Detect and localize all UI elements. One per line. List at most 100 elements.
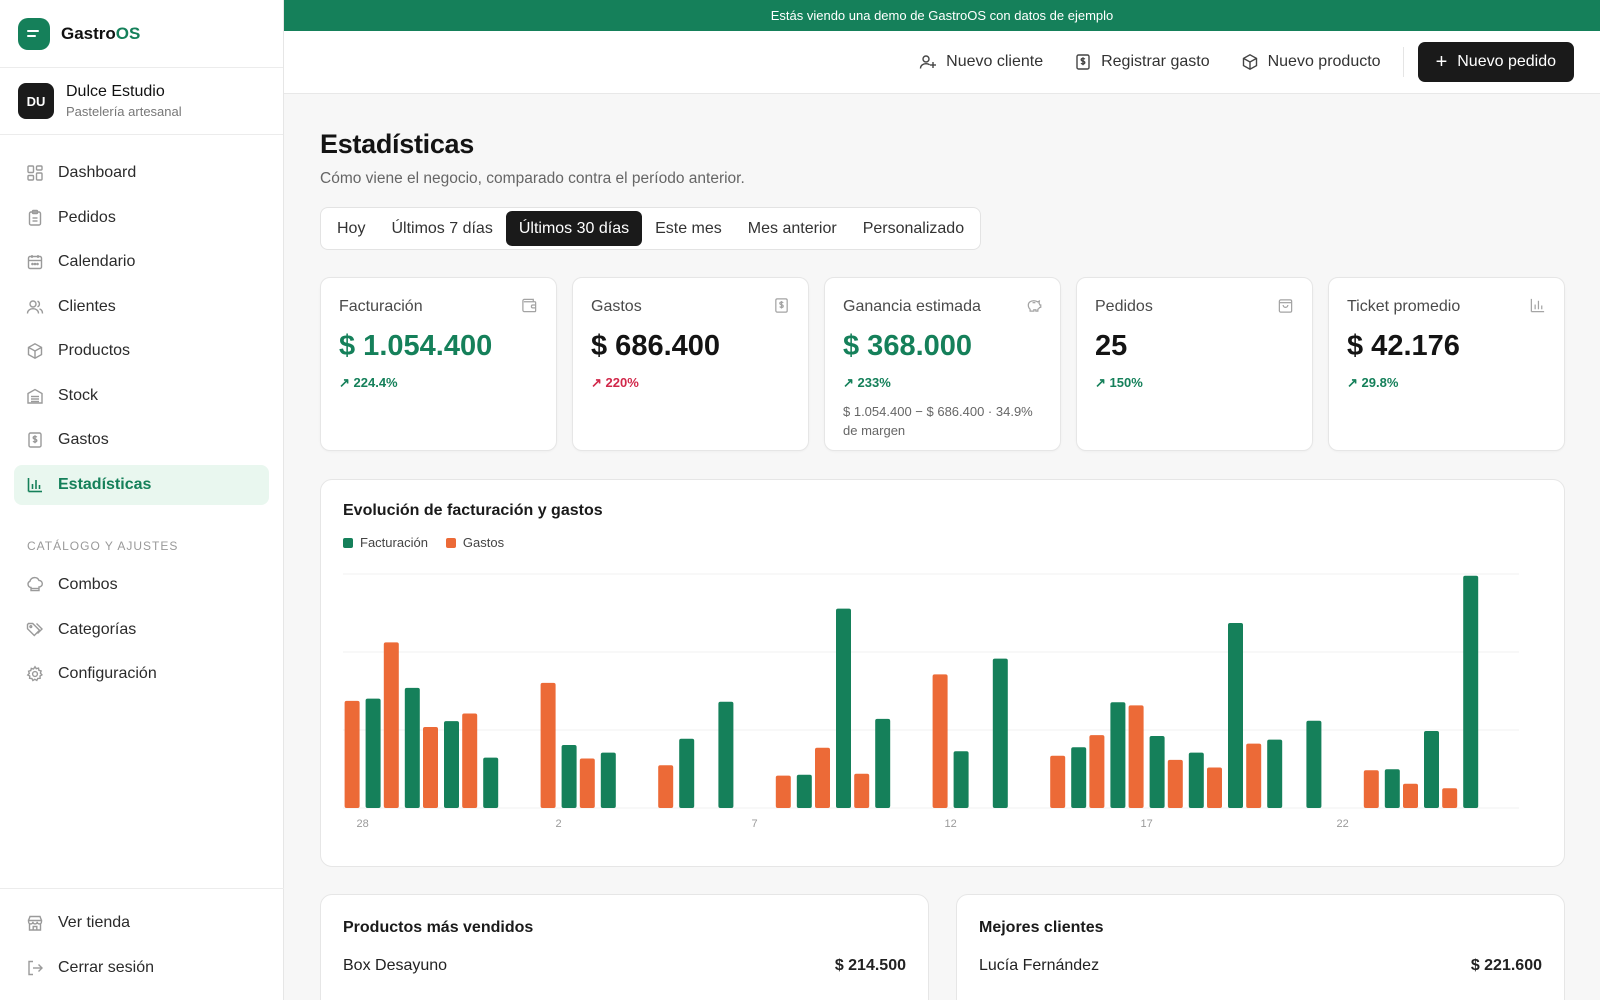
chart-bar-gastos[interactable] [1167,759,1183,808]
sidebar-item-label: Clientes [58,297,116,315]
sidebar-item-stock[interactable]: Stock [14,376,269,416]
chart-bar-facturacion[interactable] [483,757,499,808]
chart-bar-facturacion[interactable] [1306,720,1322,808]
chart-bar-gastos[interactable] [383,642,399,808]
kpi-label: Gastos [591,298,642,315]
legend-label: Facturación [360,535,428,550]
demo-banner: Estás viendo una demo de GastroOS con da… [284,0,1600,31]
chart-bar-gastos[interactable] [815,747,830,808]
chart-bar-gastos[interactable] [423,727,438,808]
chart-bar-facturacion[interactable] [836,608,851,808]
tab-ultimos-7-dias[interactable]: Últimos 7 días [378,211,505,246]
legend-item-facturacion[interactable]: Facturación [343,535,428,550]
legend-swatch-facturacion [343,537,353,548]
chart-bar-facturacion[interactable] [404,687,420,808]
bar-chart: 28 2 7 12 17 22 [343,573,1519,830]
new-client-button[interactable]: Nuevo cliente [919,53,1043,71]
chart-bar-facturacion[interactable] [875,718,891,808]
sidebar-item-calendario[interactable]: Calendario [14,242,269,282]
kpi-cards: Facturación $ 1.054.400 ↗ 224.4% Gastos … [320,277,1565,451]
new-product-label: Nuevo producto [1267,53,1381,70]
chart-bar-facturacion[interactable] [679,738,695,808]
chart-bar-facturacion[interactable] [365,698,381,808]
chart-bar-facturacion[interactable] [953,751,969,808]
product-amount: $ 214.500 [834,957,906,974]
sidebar-item-configuracion[interactable]: Configuración [14,654,269,694]
list-item[interactable]: Box Desayuno $ 214.500 [343,957,906,975]
chart-bar-facturacion[interactable] [1149,736,1165,808]
tab-personalizado[interactable]: Personalizado [850,211,977,246]
receipt-icon [775,298,788,313]
list-item[interactable]: Lucía Fernández $ 221.600 [979,957,1542,975]
tab-ultimos-30-dias[interactable]: Últimos 30 días [505,211,643,246]
chart-bar-facturacion[interactable] [1110,702,1126,808]
new-product-button[interactable]: Nuevo producto [1241,53,1381,71]
chart-bar-gastos[interactable] [1246,743,1262,808]
chart-bar-gastos[interactable] [1128,705,1144,808]
sidebar-item-ver-tienda[interactable]: Ver tienda [14,903,270,943]
sidebar-item-pedidos[interactable]: Pedidos [14,198,269,238]
chart-bar-gastos[interactable] [1207,767,1222,809]
gear-icon [26,665,43,682]
page-title: Estadísticas [320,129,474,159]
sidebar-item-label: Calendario [58,253,136,270]
kpi-value: 25 [1095,330,1128,362]
kpi-value: $ 42.176 [1347,330,1460,362]
chart-bar-facturacion[interactable] [561,745,577,808]
kpi-label: Ticket promedio [1347,298,1461,315]
sidebar-item-label: Stock [58,386,99,404]
brand[interactable]: GastroOS [0,0,283,68]
sidebar-item-cerrar-sesion[interactable]: Cerrar sesión [14,948,270,988]
chart-bar-gastos[interactable] [344,700,360,808]
tab-este-mes[interactable]: Este mes [642,211,735,246]
chart-bar-gastos[interactable] [462,713,478,809]
new-order-button[interactable]: + Nuevo pedido [1417,42,1574,82]
chart-bar-gastos[interactable] [540,682,556,808]
receipt-icon [1076,54,1090,70]
chart-bar-facturacion[interactable] [1188,752,1204,808]
chart-bar-facturacion[interactable] [796,774,812,808]
chart-bar-gastos[interactable] [1403,783,1418,808]
sidebar-item-dashboard[interactable]: Dashboard [14,153,269,193]
chart-bar-gastos[interactable] [658,765,674,808]
sidebar: GastroOS DU Dulce Estudio Pastelería art… [0,0,284,1000]
top-toolbar: Nuevo cliente Registrar gasto Nuevo prod… [284,31,1600,94]
chart-bar-gastos[interactable] [1442,788,1458,808]
chart-bar-gastos[interactable] [775,775,791,808]
chart-bar-facturacion[interactable] [1424,731,1439,808]
chart-bar-facturacion[interactable] [1267,739,1283,808]
sidebar-item-clientes[interactable]: Clientes [14,287,269,327]
chart-bar-facturacion[interactable] [600,752,616,808]
chart-tick-label: 12 [944,818,956,830]
chart-bar-gastos[interactable] [1363,770,1379,808]
store-switcher[interactable]: DU Dulce Estudio Pastelería artesanal [0,68,283,135]
revenue-expense-chart-card: Evolución de facturación y gastos Factur… [320,479,1565,867]
chart-bar-facturacion[interactable] [444,721,459,808]
register-expense-label: Registrar gasto [1101,53,1210,70]
chef-hat-icon [27,576,43,592]
sidebar-item-productos[interactable]: Productos [14,331,269,371]
chart-bar-facturacion[interactable] [1228,623,1243,808]
sidebar-item-gastos[interactable]: Gastos [14,420,269,460]
legend-item-gastos[interactable]: Gastos [445,535,504,550]
chart-bar-facturacion[interactable] [1463,575,1479,808]
chart-bar-gastos[interactable] [932,674,948,808]
chart-bar-facturacion[interactable] [992,658,1008,808]
register-expense-button[interactable]: Registrar gasto [1074,53,1210,71]
chart-bar-facturacion[interactable] [718,701,734,808]
sidebar-item-estadisticas[interactable]: Estadísticas [14,464,269,505]
chart-bar-gastos[interactable] [1089,735,1105,808]
box-icon [27,342,43,360]
chart-bar-gastos[interactable] [1050,755,1066,808]
kpi-label: Facturación [339,298,423,315]
sidebar-item-label: Categorías [58,620,137,638]
chart-bar-facturacion[interactable] [1384,769,1400,808]
tab-mes-anterior[interactable]: Mes anterior [735,211,850,246]
tab-hoy[interactable]: Hoy [324,211,378,246]
chart-bar-gastos[interactable] [854,773,870,808]
sidebar-item-combos[interactable]: Combos [14,565,269,605]
chart-bar-facturacion[interactable] [1071,747,1087,808]
store-subtitle: Pastelería artesanal [66,104,182,119]
sidebar-item-categorias[interactable]: Categorías [14,610,269,650]
chart-bar-gastos[interactable] [579,758,595,809]
